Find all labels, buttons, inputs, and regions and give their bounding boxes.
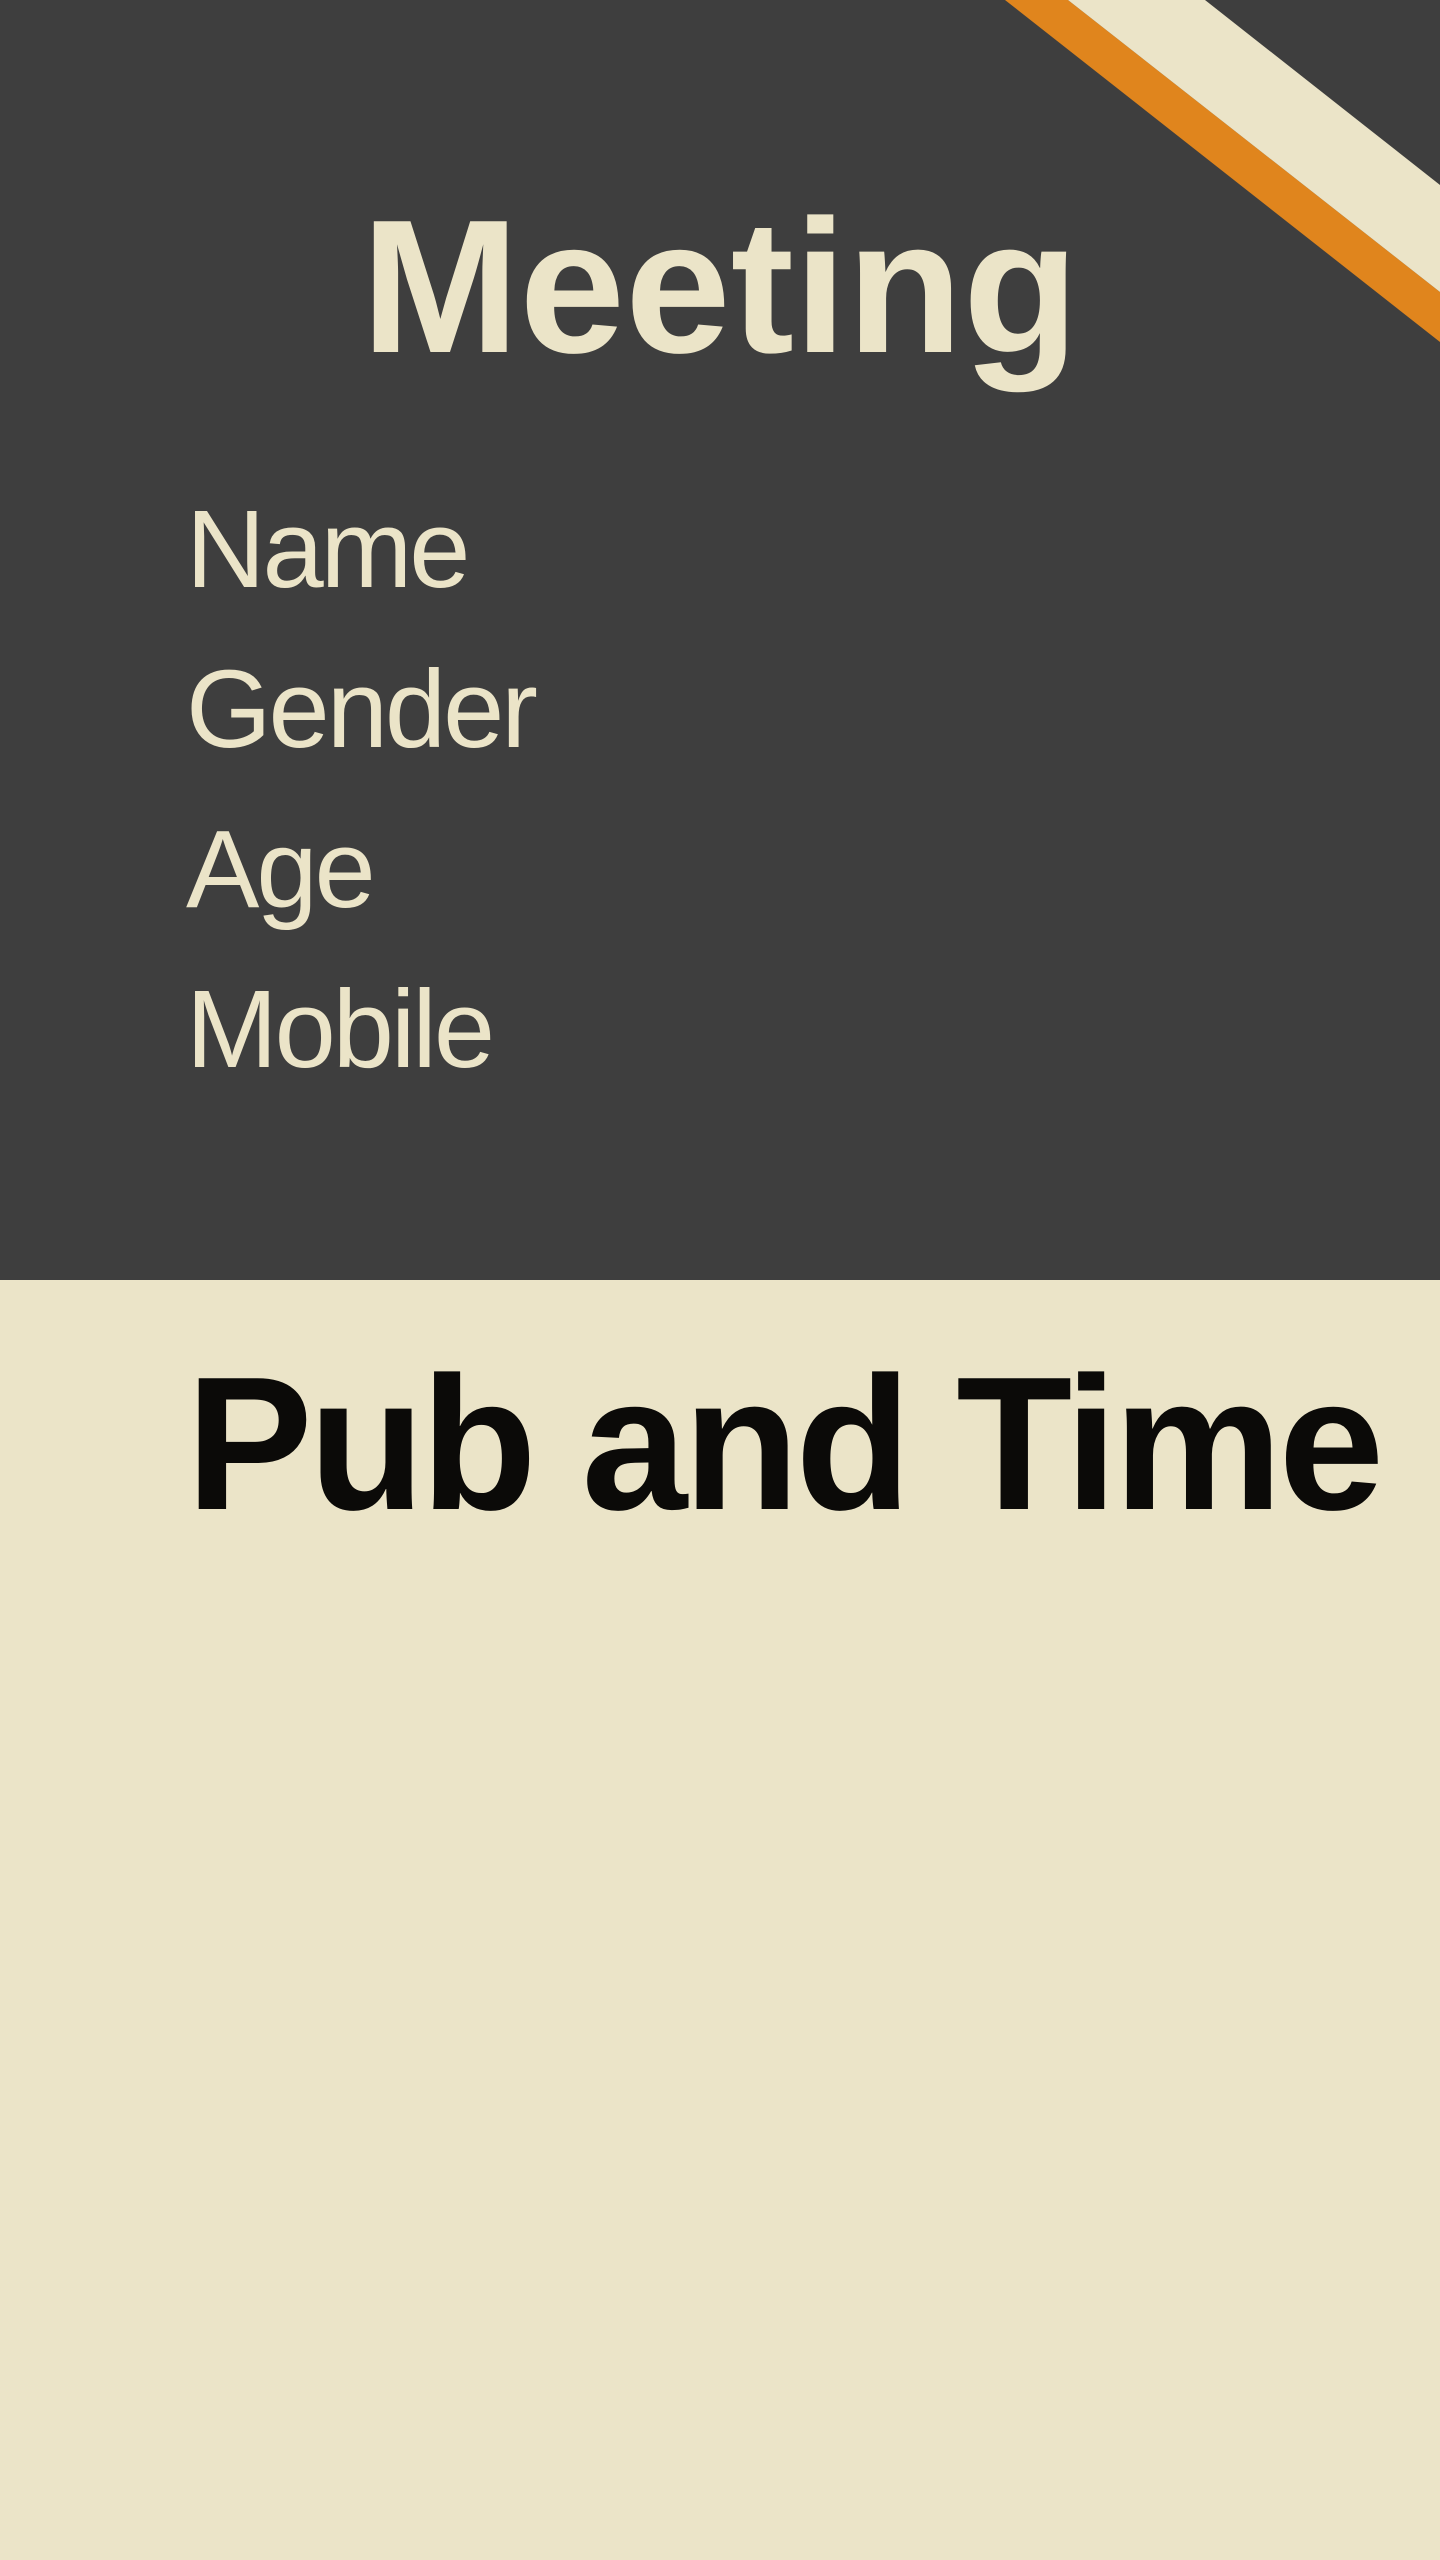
header-panel: Meeting Name Gender Age Mobile [0, 0, 1440, 1280]
page-title: Meeting [361, 181, 1079, 393]
field-mobile[interactable]: Mobile [186, 975, 535, 1140]
field-name[interactable]: Name [186, 495, 535, 660]
field-gender[interactable]: Gender [186, 655, 538, 820]
form-field-list: Name Gender Age Mobile [186, 495, 538, 1140]
field-age[interactable]: Age [186, 815, 535, 980]
section-heading: Pub and Time [186, 1338, 1384, 1550]
